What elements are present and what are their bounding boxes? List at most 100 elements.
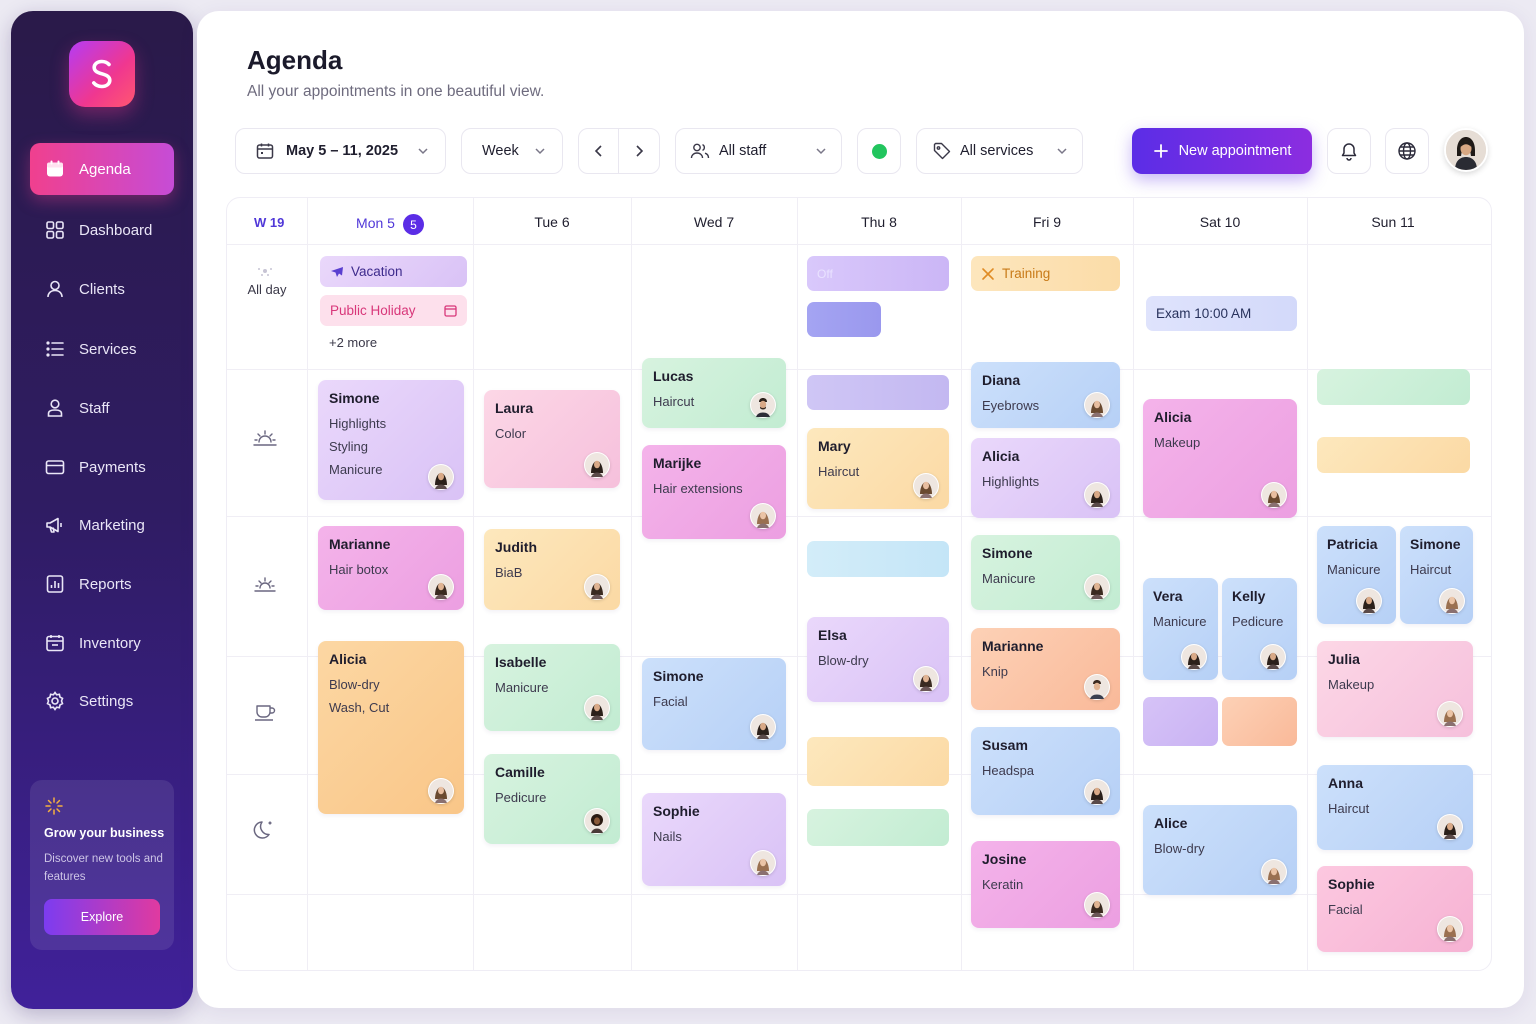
staff-avatar xyxy=(1261,482,1287,508)
appointment-card[interactable]: Vera Manicure xyxy=(1143,578,1218,680)
busy-block[interactable] xyxy=(1317,369,1470,405)
sidebar-item-dashboard[interactable]: Dashboard xyxy=(30,204,174,256)
appointment-card[interactable]: Simone Manicure xyxy=(971,535,1120,610)
appointment-card[interactable]: Alicia Makeup xyxy=(1143,399,1297,518)
client-name: Isabelle xyxy=(495,654,547,670)
user-avatar[interactable] xyxy=(1444,128,1488,172)
client-name: Mary xyxy=(818,438,851,454)
appointment-card[interactable]: Susam Headspa xyxy=(971,727,1120,815)
sidebar-item-label: Clients xyxy=(79,280,125,298)
staff-filter[interactable]: All staff xyxy=(675,128,842,174)
services-filter[interactable]: All services xyxy=(916,128,1083,174)
appointment-card[interactable]: Judith BiaB xyxy=(484,529,620,610)
client-name: Camille xyxy=(495,764,545,780)
moon-icon xyxy=(251,815,279,843)
appointment-card[interactable]: Lucas Haircut xyxy=(642,358,786,428)
client-name: Patricia xyxy=(1327,536,1378,552)
day-header-mon[interactable]: Mon 55 xyxy=(307,214,473,235)
all-day-event-public-holiday[interactable]: Public Holiday xyxy=(320,295,467,326)
client-name: Alicia xyxy=(982,448,1020,464)
event-title: Off xyxy=(817,266,833,281)
appointment-card[interactable]: Simone Highlights Styling Manicure xyxy=(318,380,464,500)
all-day-event-off[interactable]: Off xyxy=(807,256,949,291)
appointment-card[interactable]: Marianne Hair botox xyxy=(318,526,464,610)
sidebar-item-staff[interactable]: Staff xyxy=(30,382,174,434)
busy-block[interactable] xyxy=(1317,437,1470,473)
all-day-event-exam[interactable]: Exam 10:00 AM xyxy=(1146,296,1297,331)
busy-block[interactable] xyxy=(807,375,949,410)
user-icon xyxy=(44,278,66,300)
app-logo[interactable] xyxy=(69,41,135,107)
staff-avatar xyxy=(584,808,610,834)
sidebar-item-label: Reports xyxy=(79,575,132,593)
day-header-wed[interactable]: Wed 7 xyxy=(631,214,797,230)
appointment-card[interactable]: Laura Color xyxy=(484,390,620,488)
appointment-card[interactable]: Patricia Manicure xyxy=(1317,526,1396,624)
more-events-link[interactable]: +2 more xyxy=(329,335,377,350)
appointment-card[interactable]: Simone Facial xyxy=(642,658,786,750)
day-header-tue[interactable]: Tue 6 xyxy=(473,214,631,230)
sidebar-item-inventory[interactable]: Inventory xyxy=(30,617,174,669)
notifications-button[interactable] xyxy=(1327,128,1371,174)
new-appointment-button[interactable]: New appointment xyxy=(1132,128,1312,174)
client-name: Alice xyxy=(1154,815,1188,831)
bell-icon xyxy=(1339,141,1359,161)
sidebar-item-reports[interactable]: Reports xyxy=(30,558,174,610)
staff-avatar xyxy=(750,503,776,529)
appointment-card[interactable]: Diana Eyebrows xyxy=(971,362,1120,428)
megaphone-icon xyxy=(44,514,66,536)
service: Makeup xyxy=(1154,435,1201,450)
all-day-event-training[interactable]: Training xyxy=(971,256,1120,291)
all-day-event-vacation[interactable]: Vacation xyxy=(320,256,467,287)
appointment-card[interactable]: Elsa Blow-dry xyxy=(807,617,949,702)
day-header-sun[interactable]: Sun 11 xyxy=(1307,214,1479,230)
busy-block[interactable] xyxy=(1222,697,1297,746)
sidebar-item-settings[interactable]: Settings xyxy=(30,675,174,727)
appointment-card[interactable]: Kelly Pedicure xyxy=(1222,578,1297,680)
day-header-sat[interactable]: Sat 10 xyxy=(1133,214,1307,230)
appointment-card[interactable]: Alicia Highlights xyxy=(971,438,1120,518)
appointment-card[interactable]: Julia Makeup xyxy=(1317,641,1473,737)
explore-button[interactable]: Explore xyxy=(44,899,160,935)
client-name: Diana xyxy=(982,372,1021,388)
appointment-card[interactable]: Camille Pedicure xyxy=(484,754,620,844)
all-day-block[interactable] xyxy=(807,302,881,337)
appointment-card[interactable]: Isabelle Manicure xyxy=(484,644,620,731)
appointment-card[interactable]: Marianne Knip xyxy=(971,628,1120,710)
page-subtitle: All your appointments in one beautiful v… xyxy=(247,83,545,100)
status-toggle[interactable] xyxy=(857,128,901,174)
appointment-card[interactable]: Marijke Hair extensions xyxy=(642,445,786,539)
sidebar-item-services[interactable]: Services xyxy=(30,323,174,375)
card-icon xyxy=(44,456,66,478)
promo-title: Grow your business xyxy=(44,826,165,840)
view-select[interactable]: Week xyxy=(461,128,563,174)
appointment-card[interactable]: Anna Haircut xyxy=(1317,765,1473,850)
appointment-card[interactable]: Alicia Blow-dry Wash, Cut xyxy=(318,641,464,814)
sidebar-item-marketing[interactable]: Marketing xyxy=(30,499,174,551)
busy-block[interactable] xyxy=(1143,697,1218,746)
client-name: Simone xyxy=(653,668,704,684)
busy-block[interactable] xyxy=(807,737,949,786)
appointment-card[interactable]: Mary Haircut xyxy=(807,428,949,509)
coffee-icon xyxy=(251,696,279,724)
all-day-label: All day xyxy=(247,282,287,297)
busy-block[interactable] xyxy=(807,541,949,577)
day-header-thu[interactable]: Thu 8 xyxy=(797,214,961,230)
next-week-button[interactable] xyxy=(619,129,659,173)
appointment-card[interactable]: Sophie Nails xyxy=(642,793,786,886)
previous-week-button[interactable] xyxy=(579,129,619,173)
day-header-fri[interactable]: Fri 9 xyxy=(961,214,1133,230)
appointment-card[interactable]: Sophie Facial xyxy=(1317,866,1473,952)
appointment-card[interactable]: Simone Haircut xyxy=(1400,526,1473,624)
appointment-card[interactable]: Alice Blow-dry xyxy=(1143,805,1297,895)
sidebar-item-agenda[interactable]: Agenda xyxy=(30,143,174,195)
client-name: Sophie xyxy=(653,803,700,819)
appointment-card[interactable]: Josine Keratin xyxy=(971,841,1120,928)
sidebar-item-clients[interactable]: Clients xyxy=(30,263,174,315)
busy-block[interactable] xyxy=(807,809,949,846)
client-name: Judith xyxy=(495,539,537,555)
language-button[interactable] xyxy=(1385,128,1429,174)
date-range-picker[interactable]: May 5 – 11, 2025 xyxy=(235,128,446,174)
service: Blow-dry xyxy=(329,677,380,692)
sidebar-item-payments[interactable]: Payments xyxy=(30,441,174,493)
